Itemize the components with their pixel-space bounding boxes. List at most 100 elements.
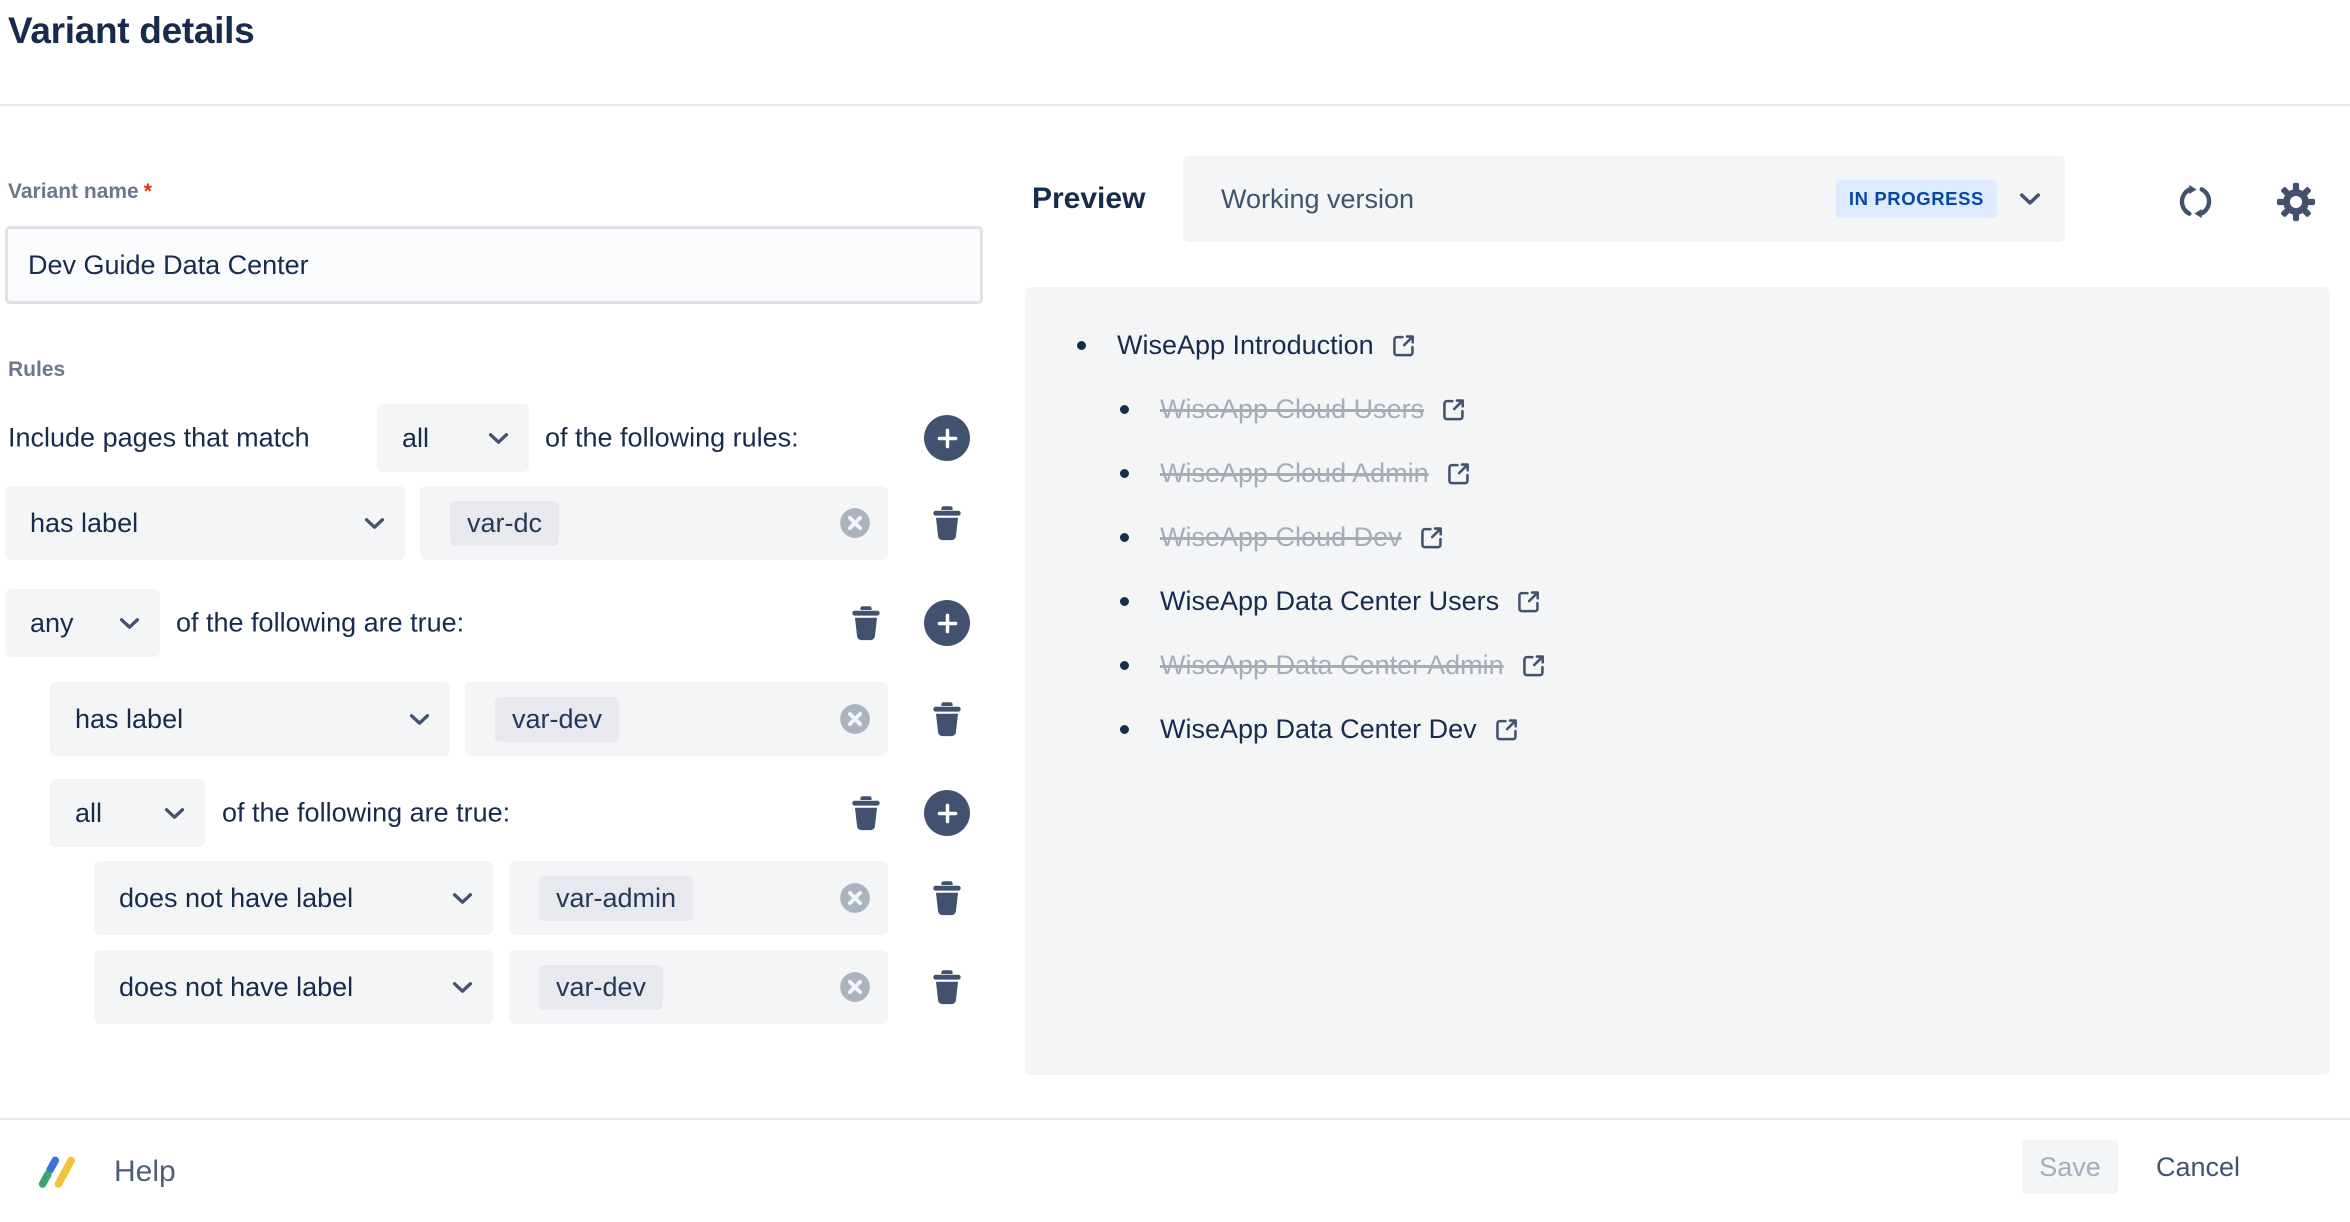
- rule-label-field[interactable]: var-admin: [509, 861, 888, 935]
- trash-icon: [845, 792, 887, 834]
- external-link-icon[interactable]: [1444, 459, 1473, 488]
- match-operator-value: all: [402, 423, 429, 454]
- rule-row: does not have label var-admin: [0, 861, 1005, 935]
- preview-page-item: WiseApp Data Center Users: [1025, 569, 2330, 633]
- chevron-down-icon: [119, 617, 140, 630]
- rule-operator-value: has label: [75, 704, 183, 735]
- page-title-text: WiseApp Data Center Users: [1160, 586, 1499, 617]
- plus-icon: [934, 425, 961, 452]
- preview-panel: WiseApp Introduction WiseApp Cloud Users…: [1025, 287, 2330, 1075]
- preview-page-item: WiseApp Cloud Admin: [1025, 441, 2330, 505]
- group-suffix-text: of the following are true:: [176, 608, 464, 639]
- preview-page-item: WiseApp Data Center Dev: [1025, 697, 2330, 761]
- version-name: Working version: [1221, 184, 1414, 215]
- chevron-down-icon: [409, 713, 430, 726]
- page-title-text: WiseApp Cloud Users: [1160, 394, 1424, 425]
- external-link-icon[interactable]: [1514, 587, 1543, 616]
- plus-icon: [934, 610, 961, 637]
- bullet: [1120, 661, 1129, 670]
- preview-settings-button[interactable]: [2274, 180, 2318, 224]
- trash-icon: [926, 877, 968, 919]
- help-label: Help: [114, 1155, 176, 1189]
- external-link-icon[interactable]: [1492, 715, 1521, 744]
- rule-operator-select[interactable]: has label: [50, 682, 450, 756]
- match-suffix-text: of the following rules:: [545, 423, 799, 454]
- rule-operator-select[interactable]: does not have label: [94, 861, 493, 935]
- delete-rule-button[interactable]: [926, 877, 968, 919]
- external-link-icon[interactable]: [1519, 651, 1548, 680]
- rule-label-field[interactable]: var-dc: [420, 486, 888, 560]
- preview-page-item: WiseApp Cloud Users: [1025, 377, 2330, 441]
- delete-rule-button[interactable]: [926, 966, 968, 1008]
- variant-name-label-text: Variant name: [8, 180, 139, 203]
- rule-operator-value: does not have label: [119, 972, 353, 1003]
- delete-rule-button[interactable]: [926, 502, 968, 544]
- rule-row: has label var-dev: [0, 682, 1005, 756]
- variant-name-input[interactable]: [5, 226, 983, 304]
- label-tag: var-dev: [495, 697, 619, 742]
- match-operator-select[interactable]: all: [377, 404, 529, 472]
- remove-label-button[interactable]: [838, 506, 872, 540]
- k15t-logo-icon: [36, 1156, 92, 1188]
- rule-label-field[interactable]: var-dev: [509, 950, 888, 1024]
- preview-page-item: WiseApp Cloud Dev: [1025, 505, 2330, 569]
- bullet: [1120, 469, 1129, 478]
- remove-label-button[interactable]: [838, 970, 872, 1004]
- rule-row: has label var-dc: [0, 486, 1005, 560]
- help-link[interactable]: Help: [36, 1140, 176, 1204]
- group-suffix-text: of the following are true:: [222, 798, 510, 829]
- add-nested-rule-button[interactable]: [924, 790, 970, 836]
- chevron-down-icon: [452, 981, 473, 994]
- external-link-icon[interactable]: [1389, 331, 1418, 360]
- delete-group-button[interactable]: [845, 602, 887, 644]
- variant-details-dialog: Variant details Variant name* Rules Incl…: [0, 0, 2350, 1222]
- rule-operator-select[interactable]: does not have label: [94, 950, 493, 1024]
- page-title-text: WiseApp Data Center Dev: [1160, 714, 1477, 745]
- bullet: [1120, 405, 1129, 414]
- preview-version-select[interactable]: Working version IN PROGRESS: [1183, 156, 2065, 242]
- remove-label-button[interactable]: [838, 881, 872, 915]
- preview-page-item: WiseApp Introduction: [1025, 313, 2330, 377]
- remove-label-button[interactable]: [838, 702, 872, 736]
- trash-icon: [926, 502, 968, 544]
- trash-icon: [926, 966, 968, 1008]
- label-tag: var-dc: [450, 501, 559, 546]
- group-operator-value: all: [75, 798, 102, 829]
- cancel-button[interactable]: Cancel: [2146, 1140, 2250, 1194]
- group-operator-select[interactable]: any: [5, 589, 160, 657]
- header-divider: [0, 104, 2350, 106]
- variant-name-label: Variant name*: [8, 180, 152, 204]
- rule-operator-value: does not have label: [119, 883, 353, 914]
- bullet: [1120, 533, 1129, 542]
- status-badge: IN PROGRESS: [1836, 180, 1997, 218]
- match-prefix-text: Include pages that match: [8, 423, 310, 454]
- refresh-icon: [2176, 182, 2215, 221]
- add-rule-button[interactable]: [924, 415, 970, 461]
- version-select-right: IN PROGRESS: [1836, 180, 2041, 218]
- bullet: [1120, 725, 1129, 734]
- trash-icon: [845, 602, 887, 644]
- required-asterisk: *: [144, 180, 152, 203]
- bullet: [1077, 341, 1086, 350]
- page-title: Variant details: [8, 10, 254, 52]
- add-nested-rule-button[interactable]: [924, 600, 970, 646]
- label-tag: var-dev: [539, 965, 663, 1010]
- chevron-down-icon: [364, 517, 385, 530]
- rules-match-row: Include pages that match all of the foll…: [0, 400, 1005, 476]
- delete-group-button[interactable]: [845, 792, 887, 834]
- plus-icon: [934, 800, 961, 827]
- rule-label-field[interactable]: var-dev: [465, 682, 888, 756]
- group-operator-select[interactable]: all: [50, 779, 205, 847]
- chevron-down-icon: [452, 892, 473, 905]
- external-link-icon[interactable]: [1439, 395, 1468, 424]
- delete-rule-button[interactable]: [926, 698, 968, 740]
- external-link-icon[interactable]: [1417, 523, 1446, 552]
- page-title-text: WiseApp Introduction: [1117, 330, 1374, 361]
- page-title-text: WiseApp Cloud Dev: [1160, 522, 1402, 553]
- rule-operator-select[interactable]: has label: [5, 486, 405, 560]
- refresh-preview-button[interactable]: [2176, 182, 2215, 221]
- rule-group-row: any of the following are true:: [0, 587, 1005, 659]
- save-button[interactable]: Save: [2022, 1140, 2118, 1194]
- trash-icon: [926, 698, 968, 740]
- chevron-down-icon: [2019, 192, 2041, 206]
